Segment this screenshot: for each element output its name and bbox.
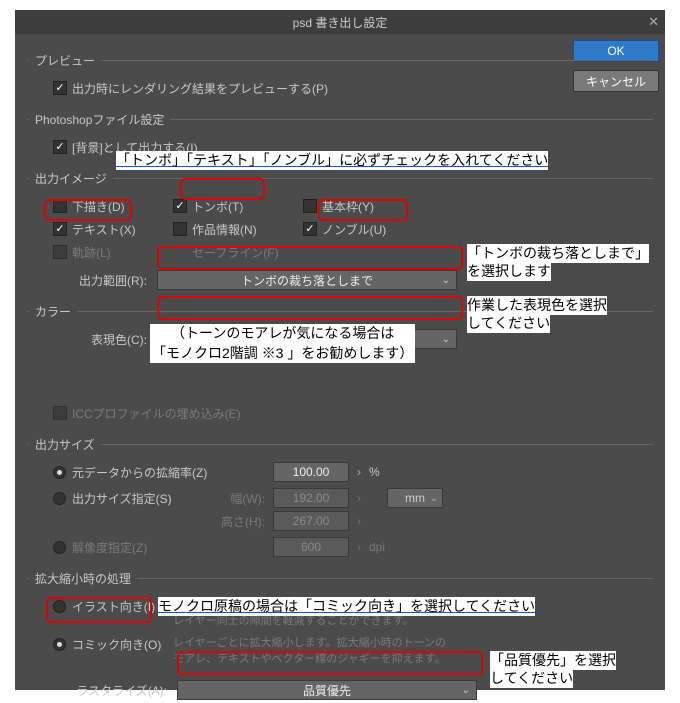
preview-group: プレビュー 出力時にレンダリング結果をプレビューする(P) xyxy=(27,52,653,101)
height-input: 267.00 xyxy=(273,511,349,531)
annotation-range1: 「トンボの裁ち落としまで」 xyxy=(467,244,649,263)
dialog-title: psd 書き出し設定 xyxy=(293,14,388,31)
info-checkbox[interactable]: 作品情報(N) xyxy=(173,221,303,238)
photoshop-legend: Photoshopファイル設定 xyxy=(29,111,170,128)
safeline-label: セーフライン(F) xyxy=(173,244,303,261)
annotation-raster1: 「品質優先」を選択 xyxy=(490,651,616,670)
stepper-icon: › xyxy=(349,514,369,528)
output-range-dropdown[interactable]: トンボの裁ち落としまで⌄ xyxy=(157,270,457,290)
annotation-raster2: してください xyxy=(490,669,573,688)
titlebar: psd 書き出し設定 ✕ xyxy=(15,10,665,34)
annotation-range2: を選択します xyxy=(467,262,551,281)
preview-legend: プレビュー xyxy=(29,52,101,69)
output-image-legend: 出力イメージ xyxy=(29,170,113,187)
ratio-input[interactable]: 100.00 xyxy=(273,462,349,482)
scale-process-legend: 拡大縮小時の処理 xyxy=(29,570,137,587)
stepper-icon: › xyxy=(349,540,369,554)
chevron-down-icon: ⌄ xyxy=(462,685,470,696)
width-label: 幅(W): xyxy=(213,490,273,507)
resolution-input: 600 xyxy=(273,537,349,557)
comic-radio[interactable]: コミック向き(O) xyxy=(53,636,173,653)
output-range-label: 出力範囲(R): xyxy=(27,272,157,289)
color-group: カラー 表現色(C): グレースケール⌄ ICCプロファイルの埋め込み(E) xyxy=(27,303,653,426)
size-spec-radio[interactable]: 出力サイズ指定(S) xyxy=(53,490,213,507)
annotation-expr1: 作業した表現色を選択 xyxy=(467,296,607,315)
basic-frame-checkbox[interactable]: 基本枠(Y) xyxy=(303,198,423,215)
rasterize-dropdown[interactable]: 品質優先⌄ xyxy=(177,680,477,700)
output-size-legend: 出力サイズ xyxy=(29,436,101,453)
annotation-moire: （トーンのモアレが気になる場合は 「モノクロ2階調 ※3 」をお勧めします） xyxy=(150,324,415,363)
resolution-radio[interactable]: 解像度指定(Z) xyxy=(53,539,273,556)
track-checkbox: 軌跡(L) xyxy=(53,244,173,261)
annotation-top: 「トンボ」「テキスト」「ノンブル」に必ずチェックを入れてください xyxy=(116,151,548,170)
width-input: 192.00 xyxy=(273,488,349,508)
annotation-expr2: してください xyxy=(467,314,550,333)
expression-color-label: 表現色(C): xyxy=(27,331,157,348)
rasterize-label: ラスタライズ(A): xyxy=(27,682,177,699)
output-size-group: 出力サイズ 元データからの拡縮率(Z) 100.00 › % 出力サイズ指定(S… xyxy=(27,436,653,560)
text-checkbox[interactable]: テキスト(X) xyxy=(53,221,173,238)
ratio-radio[interactable]: 元データからの拡縮率(Z) xyxy=(53,464,273,481)
color-legend: カラー xyxy=(29,303,77,320)
chevron-down-icon: ⌄ xyxy=(442,275,450,286)
unit-dropdown[interactable]: mm⌄ xyxy=(387,488,443,508)
height-label: 高さ(H): xyxy=(213,513,273,530)
stepper-icon[interactable]: › xyxy=(349,465,369,479)
stepper-icon: › xyxy=(349,491,369,505)
draft-checkbox[interactable]: 下描き(D) xyxy=(53,198,173,215)
close-icon[interactable]: ✕ xyxy=(648,14,659,30)
icc-profile-checkbox: ICCプロファイルの埋め込み(E) xyxy=(53,405,241,422)
preview-render-checkbox[interactable]: 出力時にレンダリング結果をプレビューする(P) xyxy=(53,80,328,97)
tombo-checkbox[interactable]: トンボ(T) xyxy=(173,198,303,215)
nombre-checkbox[interactable]: ノンブル(U) xyxy=(303,221,423,238)
illust-radio[interactable]: イラスト向き(I) xyxy=(53,598,173,615)
annotation-comic: モノクロ原稿の場合は「コミック向き」を選択してください xyxy=(158,597,535,616)
output-image-group: 出力イメージ 下描き(D) トンボ(T) 基本枠(Y) テキスト(X) 作品情報… xyxy=(27,170,653,293)
chevron-down-icon: ⌄ xyxy=(442,334,450,345)
chevron-down-icon: ⌄ xyxy=(430,493,438,504)
